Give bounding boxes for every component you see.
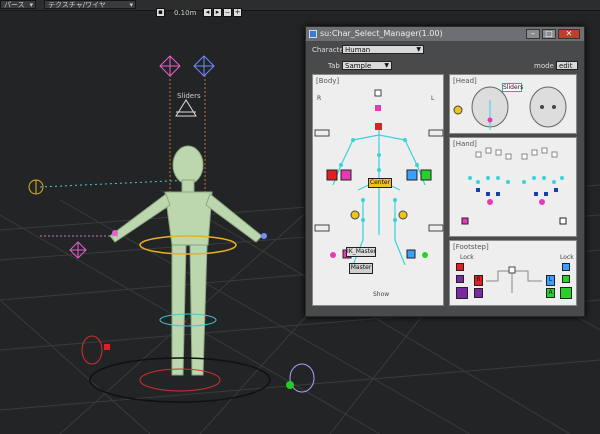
hand-ik-right-button — [326, 169, 338, 181]
view-mode-select[interactable]: パース ▾ — [0, 0, 36, 9]
tab-label: Tab — [328, 62, 340, 70]
foot-ctrl-marker — [286, 381, 294, 389]
zoom-reset-button[interactable]: ▪ — [156, 8, 165, 17]
hand-marker — [261, 233, 267, 239]
head-button — [374, 89, 382, 97]
chevron-down-icon: ▾ — [29, 1, 33, 9]
guide-line — [39, 179, 191, 188]
chest-button — [375, 123, 382, 130]
zoom-prev-button[interactable]: ◂ — [203, 8, 212, 17]
view-mode-value: パース — [4, 1, 25, 9]
zoom-next-button[interactable]: ▸ — [213, 8, 222, 17]
window-title: su:Char_Select_Manager(1.00) — [320, 29, 443, 38]
jaw-button — [487, 117, 493, 123]
chevron-down-icon: ▼ — [416, 46, 421, 53]
viewport-toolbar: パース ▾ テクスチャ/ワイヤ ▾ — [0, 0, 600, 11]
hip-button — [350, 210, 360, 220]
eye-target-button — [453, 105, 463, 115]
hand-target-left — [69, 241, 87, 259]
hand-fk-left-button — [406, 169, 418, 181]
foot-ctrl-marker — [104, 344, 110, 350]
hand-fk-right-button — [340, 169, 352, 181]
show-label: Show — [373, 291, 390, 298]
mode-label: mode — [534, 62, 554, 70]
footstep-panel: [Footstep] Lock Lock R L A — [449, 240, 577, 306]
mode-value: edit — [559, 62, 573, 70]
hand-diagram — [461, 147, 567, 225]
zoom-readout: 0.10m — [174, 9, 197, 17]
sliders-triangle — [175, 99, 197, 117]
close-button[interactable]: ✕ — [558, 29, 580, 39]
foot-ctrl-right — [330, 252, 336, 258]
hand-right-root — [487, 199, 493, 205]
sliders-label: Sliders — [177, 92, 201, 100]
char-select-manager-window: su:Char_Select_Manager(1.00) – □ ✕ Chara… — [305, 26, 585, 317]
body-rig-diagram — [314, 89, 444, 266]
ik-master-button[interactable]: IK_Master — [346, 247, 376, 257]
footstep-diagram — [486, 266, 542, 293]
foot-ctrl-right — [81, 335, 103, 365]
head-target-right — [193, 55, 215, 77]
app-icon — [309, 30, 317, 38]
knee-ring — [159, 313, 217, 327]
hand-left-root — [539, 199, 545, 205]
tab-value: Sample — [345, 62, 372, 70]
hand-panel: [Hand] — [449, 137, 577, 237]
hand-ik-left-button — [420, 169, 432, 181]
body-panel: [Body] R L Center IK_Master Master Show — [312, 74, 444, 306]
foot-left-button — [406, 249, 416, 259]
head-target-left — [159, 55, 181, 77]
chevron-down-icon: ▼ — [384, 62, 389, 69]
chevron-down-icon: ▾ — [129, 1, 133, 9]
character-value: Human — [345, 46, 371, 54]
zoom-in-button[interactable]: + — [233, 8, 242, 17]
center-button[interactable]: Center — [368, 178, 392, 188]
foot-ctrl-left — [422, 252, 428, 258]
maximize-button[interactable]: □ — [542, 29, 556, 39]
zoom-out-button[interactable]: ‒ — [223, 8, 232, 17]
window-titlebar[interactable]: su:Char_Select_Manager(1.00) – □ ✕ — [306, 27, 584, 41]
minimize-button[interactable]: – — [526, 29, 540, 39]
shading-select[interactable]: テクスチャ/ワイヤ ▾ — [44, 0, 136, 9]
head-diagram — [453, 86, 567, 130]
tab-select[interactable]: Sample ▼ — [342, 61, 392, 70]
character-select[interactable]: Human ▼ — [342, 45, 424, 54]
shading-value: テクスチャ/ワイヤ — [48, 1, 106, 9]
master-button[interactable]: Master — [349, 263, 373, 274]
foot-ctrl-left — [289, 363, 315, 393]
mode-select[interactable]: edit — [556, 61, 578, 70]
character-body — [109, 145, 263, 376]
hand-marker — [112, 230, 118, 236]
neck-button — [375, 105, 381, 111]
head-panel: [Head] Sliders — [449, 74, 577, 134]
